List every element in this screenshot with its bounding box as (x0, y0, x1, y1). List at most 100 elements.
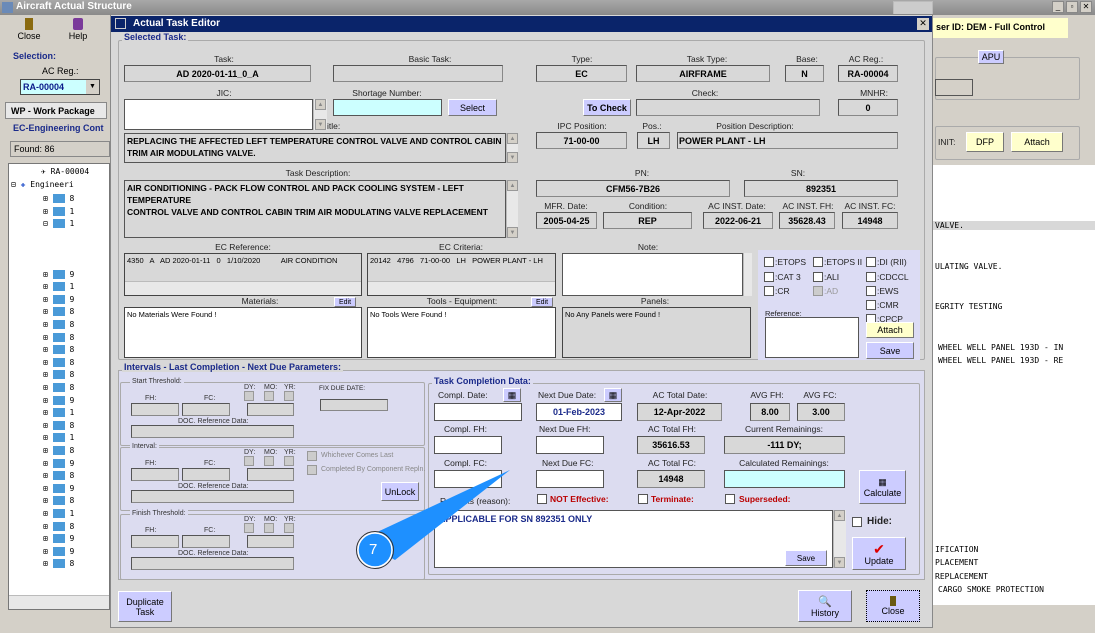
jic-scrollbar[interactable]: ▲ ▼ (313, 99, 327, 130)
tree-item[interactable]: ⊞ 8 (43, 307, 74, 317)
task-list-row[interactable]: ULATING VALVE. (935, 262, 1002, 271)
history-button[interactable]: 🔍 History (798, 590, 852, 622)
expand-icon[interactable]: ⊞ (43, 484, 48, 493)
expand-icon[interactable]: ⊞ (43, 522, 48, 531)
expand-icon[interactable]: ⊞ (43, 547, 48, 556)
cdccl-checkbox[interactable] (866, 272, 876, 282)
close-window-button[interactable]: ✕ (1080, 1, 1092, 13)
expand-icon[interactable]: ⊞ (43, 270, 48, 279)
expand-icon[interactable]: ⊞ (43, 534, 48, 543)
tree-item[interactable]: ⊞ 8 (43, 370, 74, 380)
etops2-checkbox[interactable] (813, 257, 823, 267)
expand-icon[interactable]: ⊞ (43, 471, 48, 480)
task-list-row[interactable]: PLACEMENT (935, 558, 978, 567)
jic-input[interactable] (124, 99, 313, 130)
expand-icon[interactable]: ⊞ (43, 358, 48, 367)
remarks-save-button[interactable]: Save (785, 550, 827, 566)
finish-mo-checkbox[interactable] (264, 523, 274, 533)
flags-save-button[interactable]: Save (866, 342, 914, 359)
interval-yr-checkbox[interactable] (284, 456, 294, 466)
to-check-button[interactable]: To Check (583, 99, 631, 116)
next-due-date-input[interactable]: 01-Feb-2023 (536, 403, 622, 421)
tree-item[interactable]: ⊞ 8 (43, 383, 74, 392)
maximize-button[interactable]: ▫ (1066, 1, 1078, 13)
description-scrollbar[interactable]: ▲ ▼ (506, 180, 518, 238)
materials-list[interactable]: No Materials Were Found ! (124, 307, 362, 358)
start-dy-checkbox[interactable] (244, 391, 254, 401)
task-list-row[interactable]: VALVE. (933, 221, 1095, 230)
compl-fh-input[interactable] (434, 436, 502, 454)
expand-icon[interactable]: ⊞ (43, 383, 48, 392)
ac-reg-combo[interactable]: RA-00004 ▼ (20, 79, 100, 95)
tree-item[interactable]: ⊞ 1 (43, 433, 74, 443)
update-button[interactable]: ✔ Update (852, 537, 906, 570)
tree-item[interactable]: ⊞ 9 (43, 395, 74, 405)
structure-tree[interactable]: ✈ RA-00004 ⊟ ✚ Engineeri ⊞ 8 ⊞ 1 ⊟ 1 ⊞ 9 ⊞ 1… (8, 163, 110, 610)
expand-icon[interactable]: ⊞ (43, 396, 48, 405)
chevron-down-icon[interactable]: ▼ (86, 80, 99, 94)
apu-button[interactable]: APU (978, 50, 1004, 64)
interval-dy-checkbox[interactable] (244, 456, 254, 466)
shortage-number-input[interactable] (333, 99, 442, 116)
tools-edit-button[interactable]: Edit (531, 297, 553, 307)
tree-item[interactable]: ⊞ 8 (43, 420, 74, 430)
ali-checkbox[interactable] (813, 272, 823, 282)
superseded-checkbox[interactable] (725, 494, 735, 504)
flags-attach-button[interactable]: Attach (866, 322, 914, 338)
attach-button[interactable]: Attach (1011, 132, 1063, 152)
note-input[interactable] (562, 253, 743, 296)
not-effective-checkbox[interactable] (537, 494, 547, 504)
expand-icon[interactable]: ⊞ (43, 282, 48, 291)
tree-item[interactable]: ⊟ 1 (43, 219, 74, 228)
tree-item[interactable]: ⊞ 1 (43, 408, 74, 418)
reference-input[interactable] (765, 317, 859, 358)
expand-icon[interactable]: ⊞ (43, 559, 48, 568)
tree-item[interactable]: ⊞ 9 (43, 294, 74, 304)
duplicate-task-button[interactable]: Duplicate Task (118, 591, 172, 622)
ec-criteria-list[interactable]: 20142 4796 71-00-00 LH POWER PLANT - LH (367, 253, 556, 296)
tree-item[interactable]: ⊞ 1 (43, 282, 74, 292)
tree-root[interactable]: ✈ RA-00004 (41, 167, 89, 176)
task-list-panel[interactable]: VALVE. ULATING VALVE. EGRITY TESTING WHEEL … (933, 165, 1095, 605)
expand-icon[interactable]: ⊞ (43, 333, 48, 342)
expand-icon[interactable]: ⊞ (43, 207, 48, 216)
start-mo-checkbox[interactable] (264, 391, 274, 401)
ec-reference-scrollbar[interactable] (125, 281, 361, 295)
expand-icon[interactable]: ⊞ (43, 295, 48, 304)
cat3-checkbox[interactable] (764, 272, 774, 282)
title-scrollbar[interactable]: ▲ ▼ (506, 133, 518, 163)
next-due-date-calendar-icon[interactable]: ▦ (604, 388, 622, 402)
tools-list[interactable]: No Tools Were Found ! (367, 307, 556, 358)
tree-item[interactable]: ⊞ 8 (43, 320, 74, 329)
expand-icon[interactable]: ⊞ (43, 421, 48, 430)
task-list-row[interactable]: IFICATION (935, 545, 978, 554)
tree-item[interactable]: ⊞ 9 (43, 269, 74, 279)
minimize-button[interactable]: _ (1052, 1, 1064, 13)
expand-icon[interactable]: ⊞ (43, 194, 48, 203)
expand-icon[interactable]: ⊞ (43, 307, 48, 316)
dfp-button[interactable]: DFP (966, 132, 1004, 152)
next-due-fc-input[interactable] (536, 470, 604, 488)
expand-icon[interactable]: ⊞ (43, 446, 48, 455)
task-list-row[interactable]: WHEEL WELL PANEL 193D - RE (938, 356, 1063, 365)
tree-item[interactable]: ⊞ 8 (43, 496, 74, 506)
etops-checkbox[interactable] (764, 257, 774, 267)
tree-item[interactable]: ⊞ 8 (43, 521, 74, 531)
note-scrollbar[interactable] (743, 253, 752, 296)
start-yr-checkbox[interactable] (284, 391, 294, 401)
expand-icon[interactable]: ⊞ (43, 433, 48, 442)
compl-date-calendar-icon[interactable]: ▦ (503, 388, 521, 402)
tree-item[interactable]: ⊞ 8 (43, 559, 74, 569)
materials-edit-button[interactable]: Edit (334, 297, 356, 307)
tree-item[interactable]: ⊞ 8 (43, 345, 74, 355)
completed-by-checkbox[interactable] (307, 465, 317, 475)
tree-item[interactable]: ⊞ 9 (43, 458, 74, 468)
tree-item[interactable]: ⊞ 9 (43, 546, 74, 556)
tab-work-package[interactable]: WP - Work Package (5, 102, 107, 119)
finish-dy-checkbox[interactable] (244, 523, 254, 533)
tree-item[interactable]: ⊞ 8 (43, 446, 74, 455)
tree-item[interactable]: ⊞ 1 (43, 206, 74, 216)
close-button[interactable]: Close (866, 590, 920, 622)
tree-item[interactable]: ⊞ 9 (43, 483, 74, 493)
task-list-row[interactable]: WHEEL WELL PANEL 193D - IN (938, 343, 1063, 352)
